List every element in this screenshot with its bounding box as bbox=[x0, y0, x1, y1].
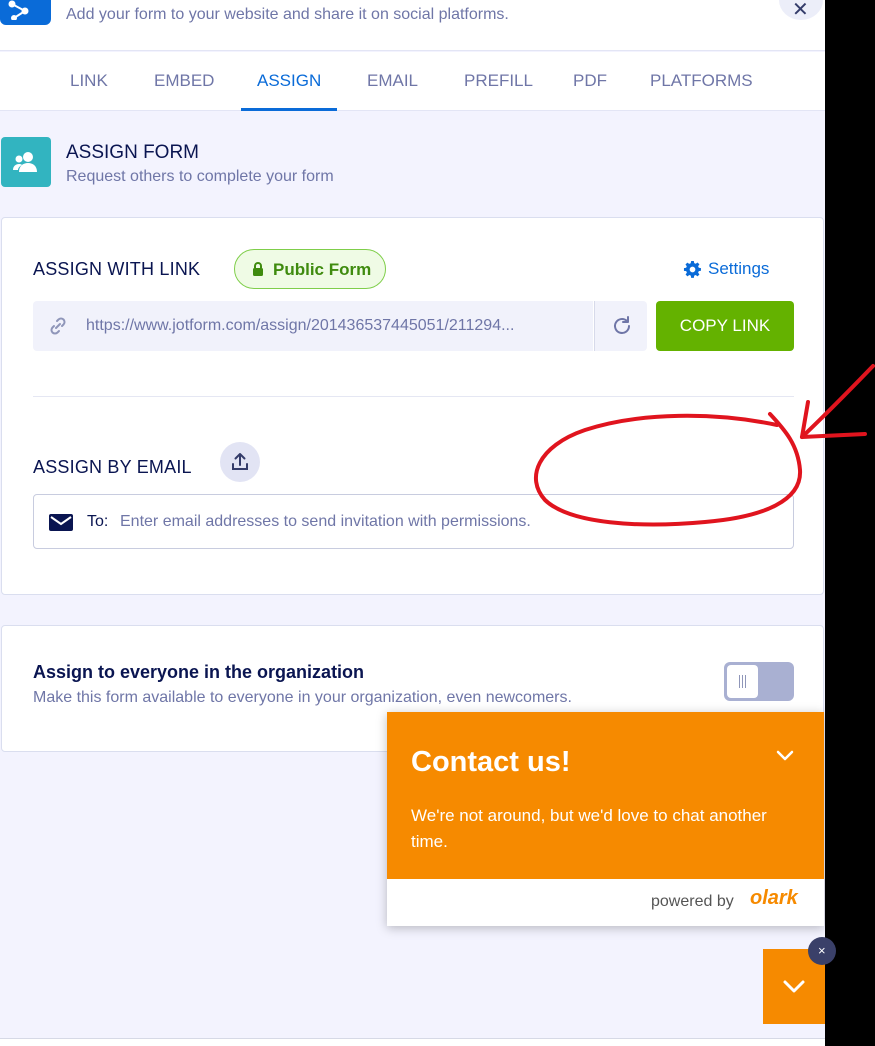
assign-by-email-label: ASSIGN BY EMAIL bbox=[33, 457, 192, 477]
close-icon: ✕ bbox=[792, 0, 809, 21]
tab-email[interactable]: EMAIL bbox=[351, 52, 434, 111]
public-form-label: Public Form bbox=[273, 260, 372, 279]
bottom-strip bbox=[0, 1038, 825, 1046]
upload-icon bbox=[232, 453, 248, 470]
chat-message: We're not around, but we'd love to chat … bbox=[411, 806, 767, 851]
close-button[interactable]: ✕ bbox=[779, 0, 823, 20]
chat-panel: Contact us! We're not around, but we'd l… bbox=[387, 712, 824, 879]
gear-icon bbox=[683, 260, 701, 278]
organization-title: Assign to everyone in the organization bbox=[33, 662, 365, 682]
public-form-badge[interactable]: Public Form bbox=[234, 249, 386, 289]
chat-close-button[interactable]: × bbox=[808, 937, 836, 965]
refresh-link-button[interactable] bbox=[594, 301, 647, 351]
settings-label: Settings bbox=[708, 259, 770, 278]
refresh-icon bbox=[614, 316, 630, 334]
chevron-down-icon bbox=[783, 980, 805, 993]
mail-icon bbox=[49, 514, 73, 531]
powered-by-label: powered by bbox=[651, 893, 734, 910]
chat-title: Contact us! bbox=[411, 746, 571, 778]
section-subtitle: Request others to complete your form bbox=[66, 168, 334, 185]
app-window: Add your form to your website and share … bbox=[0, 0, 825, 1046]
olark-logo[interactable]: olark bbox=[750, 887, 798, 910]
divider bbox=[33, 396, 794, 397]
users-icon bbox=[1, 137, 51, 187]
tab-embed[interactable]: EMBED bbox=[138, 52, 230, 111]
tab-pdf[interactable]: PDF bbox=[557, 52, 623, 111]
email-to-field[interactable]: To: Enter email addresses to send invita… bbox=[33, 494, 794, 549]
share-icon bbox=[0, 0, 51, 25]
to-label: To: bbox=[87, 513, 109, 530]
tab-platforms[interactable]: PLATFORMS bbox=[634, 52, 769, 111]
toggle-knob bbox=[727, 665, 758, 698]
chat-widget: Contact us! We're not around, but we'd l… bbox=[387, 712, 824, 926]
share-link-field[interactable]: https://www.jotform.com/assign/201436537… bbox=[33, 301, 593, 351]
copy-link-button[interactable]: COPY LINK bbox=[656, 301, 794, 351]
email-input-placeholder: Enter email addresses to send invitation… bbox=[120, 513, 531, 530]
chevron-down-icon[interactable] bbox=[776, 750, 794, 762]
share-link-url: https://www.jotform.com/assign/201436537… bbox=[86, 317, 515, 334]
section-title: ASSIGN FORM bbox=[66, 142, 200, 163]
tab-prefill[interactable]: PREFILL bbox=[448, 52, 549, 111]
header-subtitle: Add your form to your website and share … bbox=[66, 6, 509, 23]
tab-assign[interactable]: ASSIGN bbox=[241, 52, 338, 111]
lock-icon bbox=[253, 262, 263, 276]
link-icon bbox=[50, 317, 66, 335]
assign-card: ASSIGN WITH LINK Public Form Settings ht… bbox=[1, 217, 824, 595]
share-header: Add your form to your website and share … bbox=[0, 0, 825, 51]
assign-with-link-label: ASSIGN WITH LINK bbox=[33, 259, 201, 279]
upload-button[interactable] bbox=[220, 442, 260, 482]
organization-subtitle: Make this form available to everyone in … bbox=[33, 689, 572, 706]
chat-footer: powered by olark bbox=[387, 879, 824, 926]
organization-toggle[interactable] bbox=[724, 662, 794, 701]
share-tabs: LINK EMBED ASSIGN EMAIL PREFILL PDF PLAT… bbox=[0, 52, 825, 111]
tab-link[interactable]: LINK bbox=[54, 52, 124, 111]
